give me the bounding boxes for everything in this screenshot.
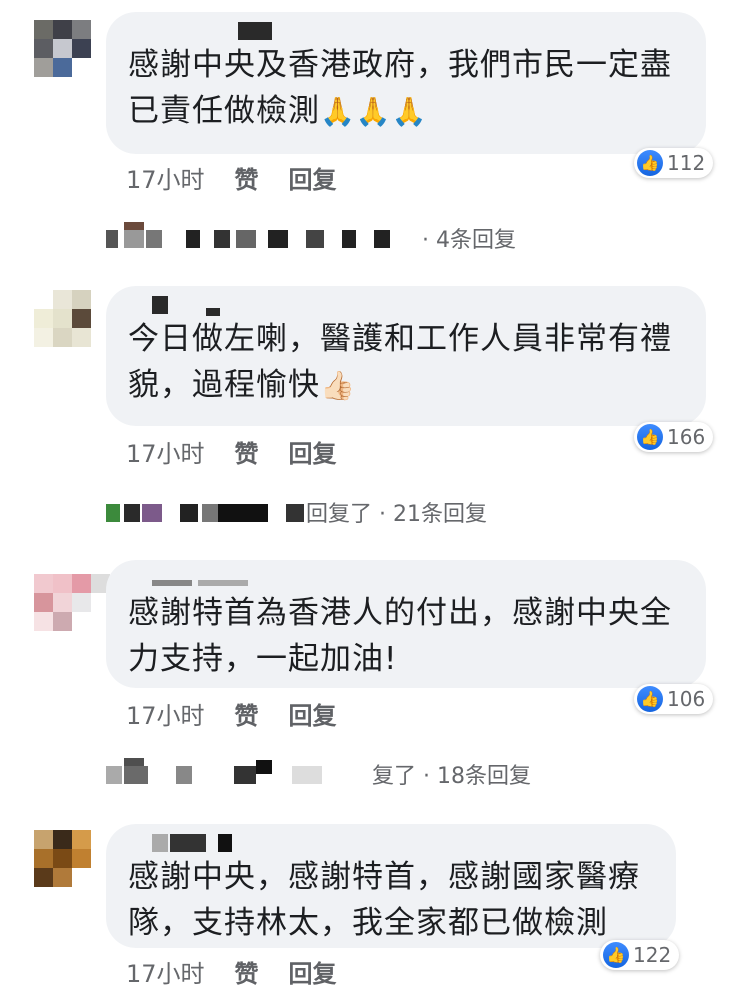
comment-actions: 17小时 赞 回复	[126, 696, 337, 731]
author-name-redacted[interactable]	[128, 570, 684, 588]
reaction-count[interactable]: 👍 122	[600, 940, 680, 970]
reply-count: 回复了 · 21条回复	[306, 502, 487, 527]
thumbs-up-icon: 👍	[637, 686, 663, 712]
thumbs-up-icon: 👍	[637, 150, 663, 176]
thumbs-up-icon: 👍	[603, 942, 629, 968]
author-name-redacted[interactable]	[128, 834, 654, 852]
comment-time: 17小时	[126, 702, 205, 730]
comment-bubble: 感謝中央，感謝特首，感謝國家醫療隊，支持林太，我全家都已做檢測	[106, 824, 676, 948]
thumbs-up-emoji-icon: 👍🏻	[320, 369, 356, 402]
author-name-redacted[interactable]	[128, 296, 684, 316]
comment-text: 今日做左喇，醫護和工作人員非常有禮貌，過程愉快👍🏻	[128, 321, 672, 403]
comment-actions: 17小时 赞 回复	[126, 954, 337, 989]
comment-bubble: 今日做左喇，醫護和工作人員非常有禮貌，過程愉快👍🏻	[106, 286, 706, 426]
author-name-redacted[interactable]	[128, 22, 684, 40]
comment-time: 17小时	[126, 960, 205, 988]
comment-actions: 17小时 赞 回复	[126, 160, 337, 195]
reaction-count[interactable]: 👍 112	[634, 148, 714, 178]
comment-text: 感謝中央及香港政府，我們市民一定盡已責任做檢測🙏🙏🙏	[128, 47, 672, 129]
like-button[interactable]: 赞	[235, 160, 259, 195]
reaction-count[interactable]: 👍 106	[634, 684, 714, 714]
like-button[interactable]: 赞	[235, 954, 259, 989]
reply-button[interactable]: 回复	[289, 160, 337, 195]
view-replies-link[interactable]: · 4条回复	[106, 222, 606, 254]
reaction-count-value: 122	[633, 943, 672, 967]
reaction-count-value: 112	[667, 151, 706, 175]
view-replies-link[interactable]: 复了 · 18条回复	[106, 758, 606, 790]
thumbs-up-icon: 👍	[637, 424, 663, 450]
reply-count: 复了 · 18条回复	[372, 764, 531, 789]
view-replies-link[interactable]: 回复了 · 21条回复	[106, 496, 606, 528]
pray-emoji-icon: 🙏🙏🙏	[320, 95, 428, 128]
avatar[interactable]	[34, 20, 110, 96]
avatar[interactable]	[34, 574, 110, 650]
reply-button[interactable]: 回复	[289, 696, 337, 731]
comment-bubble: 感謝特首為香港人的付出，感謝中央全力支持，一起加油!	[106, 560, 706, 688]
reply-count: · 4条回复	[422, 228, 516, 253]
comment-text: 感謝中央，感謝特首，感謝國家醫療隊，支持林太，我全家都已做檢測	[128, 859, 640, 941]
reaction-count-value: 106	[667, 687, 706, 711]
reaction-count[interactable]: 👍 166	[634, 422, 714, 452]
reply-button[interactable]: 回复	[289, 434, 337, 469]
comment-time: 17小时	[126, 166, 205, 194]
comment-text: 感謝特首為香港人的付出，感謝中央全力支持，一起加油!	[128, 595, 672, 677]
like-button[interactable]: 赞	[235, 434, 259, 469]
avatar[interactable]	[34, 290, 110, 366]
like-button[interactable]: 赞	[235, 696, 259, 731]
avatar[interactable]	[34, 830, 110, 906]
comment-bubble: 感謝中央及香港政府，我們市民一定盡已責任做檢測🙏🙏🙏	[106, 12, 706, 154]
reply-button[interactable]: 回复	[289, 954, 337, 989]
comment-actions: 17小时 赞 回复	[126, 434, 337, 469]
reaction-count-value: 166	[667, 425, 706, 449]
comment-time: 17小时	[126, 440, 205, 468]
